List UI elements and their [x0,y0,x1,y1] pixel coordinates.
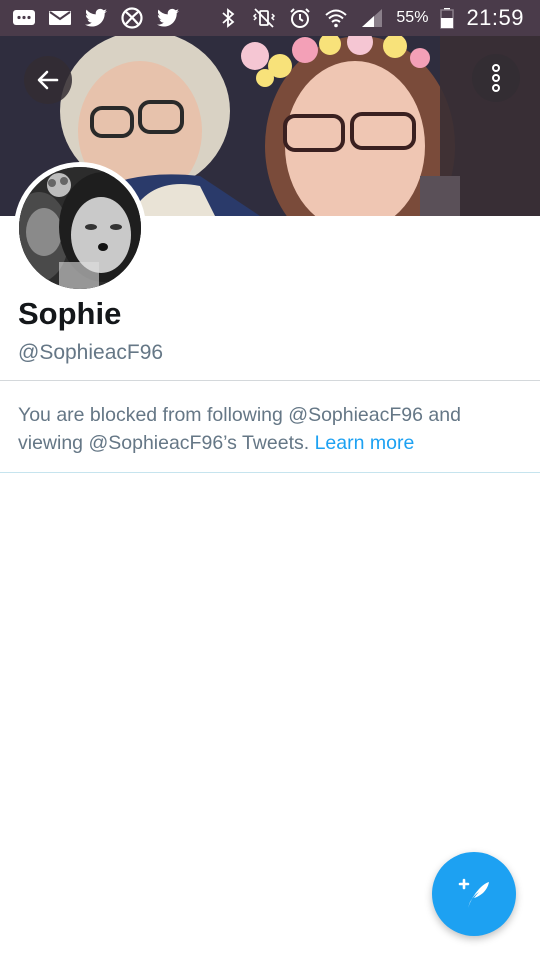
alarm-icon [288,7,312,29]
profile-handle: @SophieacF96 [18,341,164,364]
avatar[interactable] [14,162,146,294]
more-options-button[interactable] [472,54,520,102]
back-button[interactable] [24,56,72,104]
divider [0,472,540,473]
twitter-icon [84,7,108,29]
signal-icon [360,7,384,29]
chat-icon [12,7,36,29]
compose-feather-icon [458,878,489,908]
battery-icon [440,7,455,29]
status-right-icons: 55% 21:59 [216,5,524,31]
twitter-icon [156,7,180,29]
status-clock: 21:59 [466,5,524,30]
arrow-left-icon [37,70,59,90]
bluetooth-icon [216,7,240,29]
avatar-image [19,167,141,289]
status-left-icons [12,7,180,29]
xbox-icon [120,7,144,29]
mail-icon [48,7,72,29]
vibrate-icon [252,7,276,29]
battery-percent: 55% [396,9,429,26]
divider [0,380,540,381]
profile-name: Sophie [18,296,122,331]
wifi-icon [324,7,348,29]
learn-more-link[interactable]: Learn more [315,432,415,454]
more-vertical-icon [492,64,500,92]
compose-tweet-button[interactable] [432,852,516,936]
blocked-notice: You are blocked from following @Sophieac… [18,401,518,457]
status-bar: 55% 21:59 [0,0,540,36]
